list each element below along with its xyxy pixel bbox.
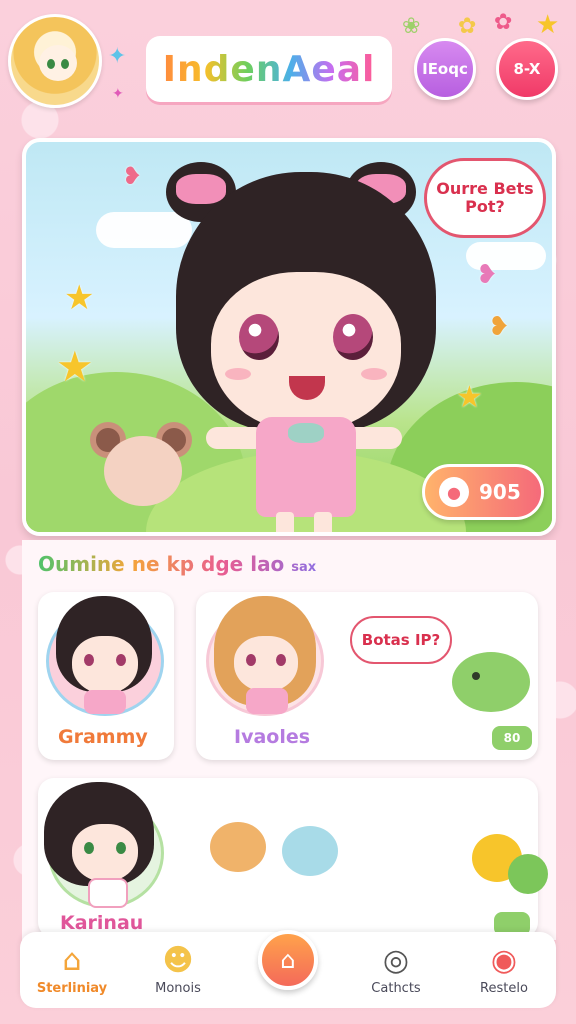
cloud: [96, 212, 192, 248]
card-label: Karinau: [60, 912, 144, 934]
pet-icon: ☻: [162, 942, 194, 978]
green-creature: [452, 652, 530, 712]
character-outfit: [84, 690, 126, 714]
home-icon: ⌂: [62, 942, 82, 978]
nav-item-restelo[interactable]: ◉ Restelo: [454, 932, 554, 1008]
character-card-2[interactable]: Ivaoles Botas IP? 80: [196, 592, 538, 760]
character-face: [72, 636, 138, 694]
character-face: [234, 636, 298, 692]
green-creature: [508, 854, 548, 894]
ribbon: [288, 423, 324, 443]
mouth: [289, 376, 325, 400]
card-label: Ivaoles: [234, 726, 311, 748]
hero-banner[interactable]: ★ ★ ★ ❥ ❥ ❥ Ourre Bets Pot? ● 905: [22, 138, 556, 536]
sparkle-icon: ✦: [108, 44, 127, 69]
hair-bow: [176, 174, 226, 204]
candy-icon: ❥: [476, 260, 498, 290]
menu-button-right[interactable]: 8-X: [496, 38, 558, 100]
blush-left: [225, 368, 251, 380]
nav-item-cathcts[interactable]: ◎ Cathcts: [346, 932, 446, 1008]
flower-icon: ✿: [458, 14, 477, 39]
egg-icon: ◉: [490, 942, 518, 978]
character-eye: [84, 842, 94, 854]
character-eye: [116, 654, 126, 666]
nav-item-home[interactable]: ⌂ Sterliniay: [22, 932, 122, 1008]
score-pill[interactable]: ● 905: [422, 464, 544, 520]
flower-icon: ✿: [494, 10, 513, 35]
card-label: Grammy: [58, 726, 148, 748]
character-eye: [116, 842, 126, 854]
leg-right: [314, 512, 332, 532]
profile-avatar[interactable]: [8, 14, 102, 108]
eye-left: [239, 314, 279, 360]
blue-creature: [282, 826, 338, 876]
app-logo: IndenAeal: [146, 36, 392, 102]
eye-right: [333, 314, 373, 360]
character-card-1[interactable]: Grammy: [38, 592, 174, 760]
orange-creature: [210, 822, 266, 872]
leaf-icon: ❀: [402, 14, 421, 39]
house-plus-icon: ⌂: [280, 946, 296, 974]
center-add-button[interactable]: ⌂: [258, 930, 318, 990]
speech-bubble: Ourre Bets Pot?: [424, 158, 546, 238]
creature-eye: [472, 672, 480, 680]
nav-label: Monois: [155, 980, 201, 996]
bottom-nav: ⌂ Sterliniay ☻ Monois ⌂ ◎ Cathcts ◉ Rest…: [20, 930, 556, 1008]
speech-bubble: Botas IP?: [350, 616, 452, 664]
section-title-text: Oumine ne kp dge lao: [38, 552, 285, 576]
sparkle-icon: ✦: [112, 86, 124, 102]
target-icon: ◎: [382, 942, 410, 978]
star-icon: ★: [536, 10, 560, 40]
nav-label: Cathcts: [371, 980, 421, 996]
character-eye: [276, 654, 286, 666]
star-icon: ★: [456, 380, 483, 415]
section-title: Oumine ne kp dge lao sax: [38, 552, 316, 576]
nav-item-monois[interactable]: ☻ Monois: [128, 932, 228, 1008]
score-value: 905: [479, 480, 521, 504]
girl-dress: [256, 417, 356, 517]
header: ✦ ✦ IndenAeal ❀ ✿ ✿ ★ IEoqc 8-X: [0, 0, 576, 120]
logo-text: IndenAeal: [162, 48, 376, 90]
leg-left: [276, 512, 294, 532]
avatar-face: [39, 45, 77, 81]
section-title-suffix: sax: [291, 560, 317, 575]
character-face: [72, 824, 138, 882]
menu-button-left[interactable]: IEoqc: [414, 38, 476, 100]
character-outfit: [246, 688, 288, 714]
character-outfit: [88, 878, 128, 908]
avatar-eye-left: [47, 59, 55, 69]
nav-label: Restelo: [480, 980, 528, 996]
candy-icon: ❥: [488, 312, 510, 342]
character-eye: [84, 654, 94, 666]
candy-icon: ❥: [122, 162, 143, 190]
girl-face: [211, 272, 401, 432]
bear-head: [104, 436, 182, 506]
teddy-bear: [86, 422, 196, 522]
character-eye: [246, 654, 256, 666]
tag-button[interactable]: 80: [492, 726, 532, 750]
avatar-eye-right: [61, 59, 69, 69]
blush-right: [361, 368, 387, 380]
star-icon: ★: [56, 342, 94, 391]
character-card-3[interactable]: Karinau: [38, 778, 548, 938]
star-icon: ★: [64, 278, 95, 318]
chat-bubble-icon: ●: [439, 477, 469, 507]
nav-label: Sterliniay: [36, 980, 108, 996]
